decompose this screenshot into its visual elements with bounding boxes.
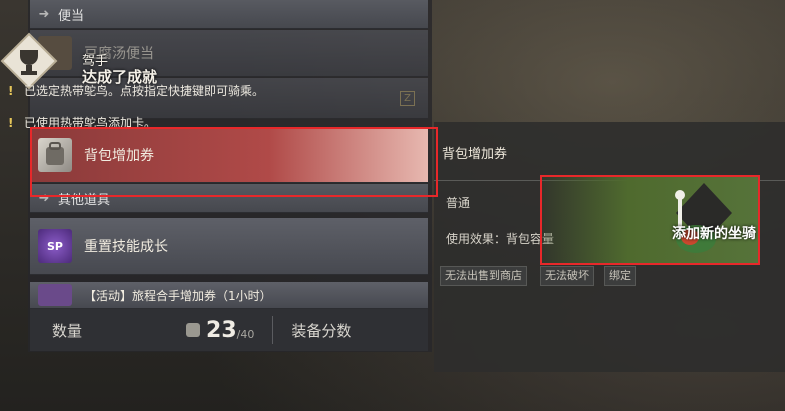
highlight-box-selected-item bbox=[30, 127, 438, 197]
detail-title: 背包增加券 bbox=[442, 147, 508, 162]
arrow-right-icon: ➜ bbox=[38, 6, 50, 22]
item-name: 重置技能成长 bbox=[84, 239, 168, 255]
count-value: 23 bbox=[206, 317, 237, 343]
bag-icon bbox=[186, 323, 201, 337]
voucher-icon bbox=[38, 284, 72, 306]
tag-no-sell: 无法出售到商店 bbox=[440, 266, 527, 286]
divider bbox=[272, 316, 274, 344]
detail-effect: 使用效果：背包容量 bbox=[446, 232, 555, 246]
count-max: /40 bbox=[236, 327, 255, 341]
list-item-event-voucher[interactable]: 【活动】旅程合手增加券（1小时） bbox=[30, 282, 428, 309]
category-label: 便当 bbox=[58, 8, 85, 24]
category-lunchbox[interactable]: ➜ 便当 bbox=[30, 0, 428, 29]
alert-icon: ! bbox=[8, 83, 14, 98]
tag-bound: 绑定 bbox=[604, 266, 636, 286]
count-label: 数量 bbox=[52, 321, 83, 340]
list-item-reset-skill[interactable]: SP 重置技能成长 bbox=[30, 218, 428, 275]
alert-icon: ! bbox=[8, 115, 14, 130]
highlight-box-toast bbox=[540, 175, 760, 265]
item-name: 【活动】旅程合手增加券（1小时） bbox=[84, 288, 272, 303]
gear-score-label: 装备分数 bbox=[291, 321, 352, 340]
notification-item: ! 已选定热带鸵鸟。点按指定快捷键即可骑乘。 bbox=[8, 82, 428, 99]
inventory-footer: 数量 23 /40 装备分数 bbox=[30, 309, 428, 351]
sp-reset-icon: SP bbox=[38, 229, 72, 263]
notification-text: 已选定热带鸵鸟。点按指定快捷键即可骑乘。 bbox=[24, 84, 265, 98]
detail-grade: 普通 bbox=[446, 196, 471, 210]
tag-no-destroy: 无法破坏 bbox=[540, 266, 594, 286]
